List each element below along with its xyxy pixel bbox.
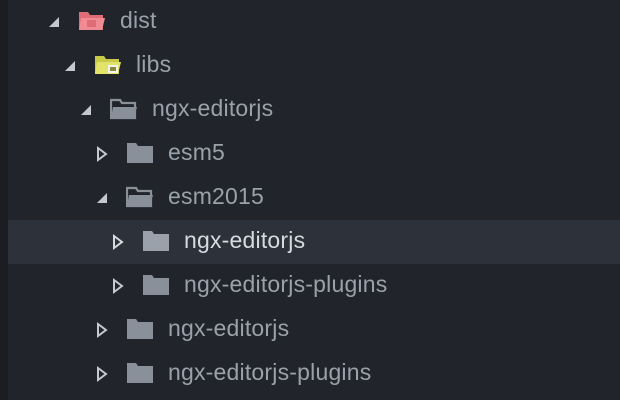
tree-item-esm5[interactable]: esm5 <box>0 132 620 176</box>
folder-icon <box>126 141 154 165</box>
collapsed-arrow-icon[interactable] <box>94 146 110 162</box>
tree-item-label: esm2015 <box>168 183 265 209</box>
expanded-arrow-icon[interactable] <box>62 58 78 74</box>
expanded-arrow-icon[interactable] <box>78 102 94 118</box>
tree-item-label: libs <box>136 51 172 77</box>
file-tree: dist libs ngx-editorjs esm5 esm2015 ngx-… <box>0 0 620 396</box>
folder-icon <box>142 229 170 253</box>
tree-item-dist[interactable]: dist <box>0 0 620 44</box>
tree-item-label: ngx-editorjs <box>168 315 290 341</box>
tree-item-ngx-editorjs-selected[interactable]: ngx-editorjs <box>0 220 620 264</box>
tree-item-label: esm5 <box>168 139 226 165</box>
tree-item-ngx-editorjs-plugins[interactable]: ngx-editorjs-plugins <box>0 264 620 308</box>
tree-item-libs[interactable]: libs <box>0 44 620 88</box>
selection-highlight <box>8 220 620 264</box>
collapsed-arrow-icon[interactable] <box>110 234 126 250</box>
collapsed-arrow-icon[interactable] <box>94 322 110 338</box>
collapsed-arrow-icon[interactable] <box>110 278 126 294</box>
folder-icon <box>126 317 154 341</box>
folder-open-dist-icon <box>78 9 106 33</box>
tree-item-label: ngx-editorjs <box>152 95 274 121</box>
tree-item-label: ngx-editorjs-plugins <box>168 359 372 385</box>
expanded-arrow-icon[interactable] <box>46 14 62 30</box>
folder-open-icon <box>126 185 154 209</box>
tree-item-ngx-editorjs-plugins[interactable]: ngx-editorjs-plugins <box>0 352 620 396</box>
tree-item-ngx-editorjs[interactable]: ngx-editorjs <box>0 88 620 132</box>
tree-item-label: dist <box>120 7 157 33</box>
folder-open-icon <box>110 97 138 121</box>
collapsed-arrow-icon[interactable] <box>94 366 110 382</box>
folder-icon <box>142 273 170 297</box>
tree-item-label: ngx-editorjs <box>184 227 306 253</box>
folder-icon <box>126 361 154 385</box>
tree-item-esm2015[interactable]: esm2015 <box>0 176 620 220</box>
folder-lib-icon <box>94 53 122 77</box>
tree-item-ngx-editorjs[interactable]: ngx-editorjs <box>0 308 620 352</box>
tree-item-label: ngx-editorjs-plugins <box>184 271 388 297</box>
expanded-arrow-icon[interactable] <box>94 190 110 206</box>
